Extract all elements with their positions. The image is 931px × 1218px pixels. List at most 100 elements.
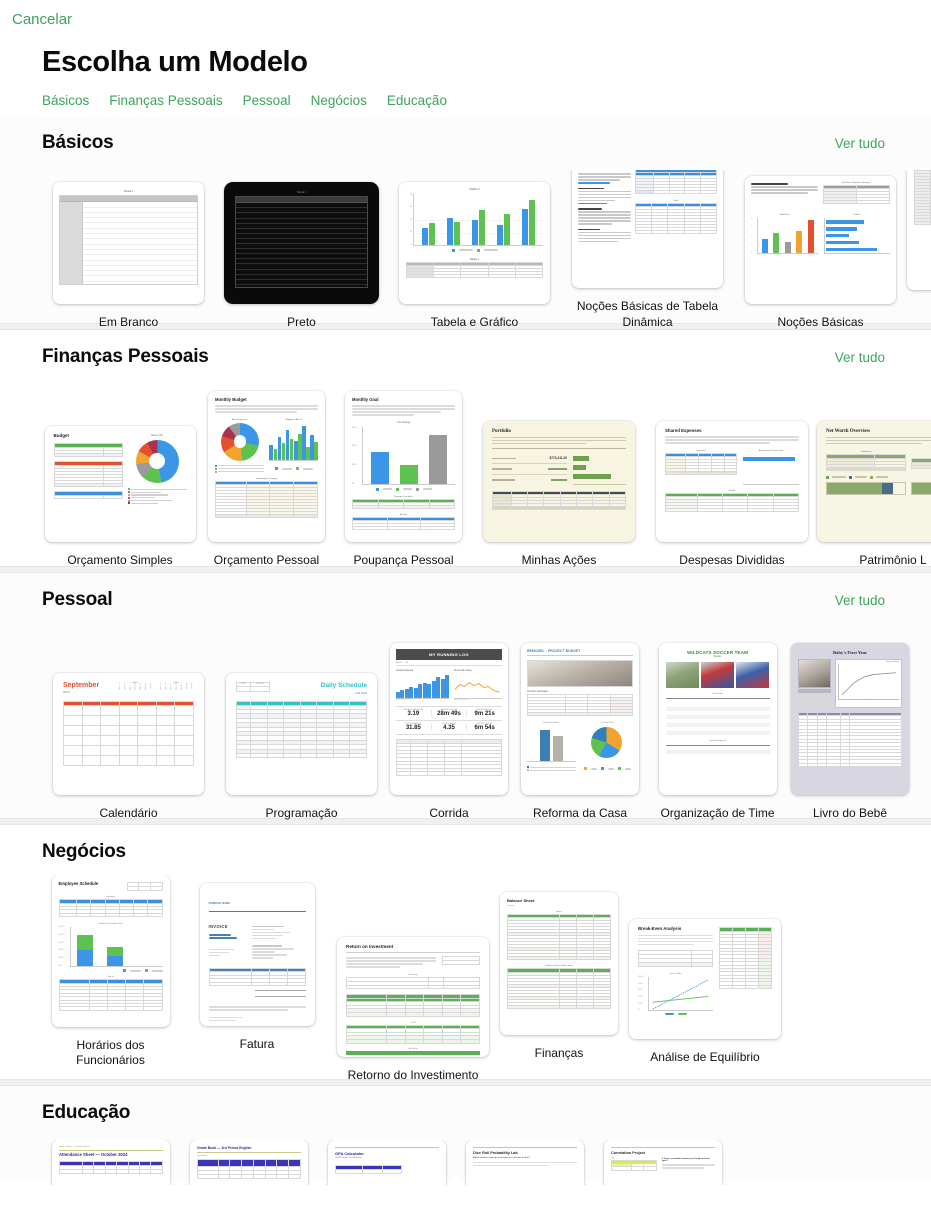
template-thumbnail-partial[interactable] (907, 170, 931, 290)
thumb-label-b: PACE (TIME / MILE) (454, 669, 472, 672)
thumb-doc-title: REMODEL - PROJECT BUDGET (527, 648, 581, 653)
template-thumbnail-despesas-divididas[interactable]: Shared Expenses Expenses Amount Each Per… (656, 420, 808, 542)
thumb-chart-title: Your Savings (396, 421, 411, 424)
thumb-doc-title: Monthly Goal (352, 396, 379, 402)
template-thumbnail-tabela-dinamica[interactable]: Pivot Table Basics Table Pivot (572, 170, 723, 289)
section-header-negocios: Negócios (0, 825, 931, 863)
template-label-horarios: Horários dos Funcionários (76, 1038, 145, 1068)
tab-educacao[interactable]: Educação (387, 93, 447, 108)
template-thumbnail-minhas-acoes[interactable]: Portfolio $773,411.20 (483, 420, 635, 542)
see-all-basicos[interactable]: Ver tudo (835, 136, 885, 151)
template-card-gradebook[interactable]: Grade Book — 3rd Period English Class Na… (180, 1140, 318, 1185)
template-label-orcamento-simples: Orçamento Simples (67, 552, 173, 567)
template-card-calendario[interactable]: September 2024 August SMTWTFS 1234 56789 (42, 672, 215, 821)
template-card-retorno-do-investimento[interactable]: Return on Investment Summary Cash Net Va… (335, 937, 491, 1080)
section-financas-pessoais: Finanças Pessoais Ver tudo Budget Money … (0, 330, 931, 568)
tab-negocios[interactable]: Negócios (311, 93, 367, 108)
thumb-doc-title: Shared Expenses (665, 427, 702, 433)
thumb-doc-title: Budget (53, 432, 70, 438)
template-thumbnail-calendario[interactable]: September 2024 August SMTWTFS 1234 56789 (53, 672, 204, 795)
template-thumbnail-gradebook[interactable]: Grade Book — 3rd Period English Class Na… (190, 1140, 308, 1185)
thumb-chart-b: Budget vs Actual (285, 418, 302, 421)
see-all-financas[interactable]: Ver tudo (835, 350, 885, 365)
section-divider-4 (0, 1079, 931, 1086)
tab-pessoal[interactable]: Pessoal (243, 93, 291, 108)
template-card-analise-de-equilibrio[interactable]: Break-Even Analysis Cost vs Sales $10,00… (627, 919, 783, 1065)
template-card-nocoes-basicas[interactable]: Em Branco Tabela de Indicadores Tabela F… (734, 175, 907, 330)
section-title-educacao: Educação (42, 1102, 131, 1123)
template-thumbnail-correlation[interactable]: Correlation Project Data Is there a corr… (604, 1140, 722, 1185)
thumb-eyebrow: Is there a correlation between your heig… (661, 1157, 710, 1162)
template-card-financas[interactable]: Balance Sheet Company Assets Liabilities… (491, 892, 627, 1061)
template-card-tabela-dinamica[interactable]: Pivot Table Basics Table Pivot (561, 170, 734, 330)
template-card-preto[interactable]: Tabela 1 Preto (215, 181, 388, 330)
template-card-dice[interactable]: Dice Roll Probability Lab Which numbers … (456, 1140, 594, 1185)
template-thumbnail-roi[interactable]: Return on Investment Summary Cash Net Va… (337, 937, 489, 1057)
thumb-doc-title: Correlation Project (611, 1150, 646, 1155)
template-card-reforma-da-casa[interactable]: REMODEL - PROJECT BUDGET PROJECT EXPENSE… (510, 642, 650, 821)
template-thumbnail-em-branco[interactable]: Tabela 1 (53, 181, 204, 304)
thumb-doc-title: Grade Book — 3rd Period English (197, 1146, 252, 1150)
template-card-livro-do-bebe[interactable]: Baby's First Year Height and Weight Mont… (785, 642, 915, 821)
template-card-corrida[interactable]: MY RUNNING LOG April 1 — 30 DISTANCE (MI… (388, 642, 510, 821)
thumb-doc-title: Attendance Sheet — October 2024 (59, 1151, 128, 1157)
template-thumbnail-reforma-da-casa[interactable]: REMODEL - PROJECT BUDGET PROJECT EXPENSE… (521, 642, 639, 795)
template-card-despesas-divididas[interactable]: Shared Expenses Expenses Amount Each Per… (646, 420, 818, 568)
thumb-chart-title: Gráfico 1 (469, 187, 480, 191)
thumb-table-title: Sign In (107, 976, 114, 979)
template-card-programacao[interactable]: STARTINTERVAL Daily Schedule Fall 2024 (215, 672, 388, 821)
template-label-programacao: Programação (265, 805, 338, 820)
template-thumbnail-horarios[interactable]: Employee Schedule Summary Regular and Ov… (51, 875, 170, 1027)
template-row-educacao: Name of Class — Teacher's Name Attendanc… (0, 1140, 931, 1185)
template-thumbnail-preto[interactable]: Tabela 1 (224, 181, 379, 304)
template-thumbnail-dice[interactable]: Dice Roll Probability Lab Which numbers … (466, 1140, 584, 1185)
thumb-label-a: DISTANCE (MILES) (396, 669, 414, 672)
template-card-minhas-acoes[interactable]: Portfolio $773,411.20 Minhas Ações (472, 420, 646, 568)
template-thumbnail-breakeven[interactable]: Break-Even Analysis Cost vs Sales $10,00… (629, 919, 781, 1039)
template-thumbnail-fatura[interactable]: COMPANY NAME INVOICE (199, 883, 315, 1026)
template-card-partial[interactable] (907, 170, 931, 290)
template-card-horarios-dos-funcionarios[interactable]: Employee Schedule Summary Regular and Ov… (42, 875, 179, 1069)
thumb-doc-title: Tabela 1 (123, 189, 134, 193)
template-thumbnail-organizacao-de-time[interactable]: WILDCATS SOCCER TEAM Roster Team Roster (658, 642, 777, 795)
thumb-company: COMPANY NAME (208, 902, 230, 905)
template-card-tabela-e-grafico[interactable]: Gráfico 1 40 30 20 10 0 Tabela 1 Tabela … (388, 181, 561, 330)
template-card-patrimonio-liquido[interactable]: Net Worth Overview Total Assets Patrimôn… (817, 420, 931, 568)
template-thumbnail-livro-do-bebe[interactable]: Baby's First Year Height and Weight Mont… (791, 642, 909, 795)
section-header-educacao: Educação (0, 1086, 931, 1124)
thumb-subtitle: Fall 2024 (355, 690, 367, 695)
template-card-orcamento-pessoal[interactable]: Monthly Budget Actual Expenses Budget vs… (198, 390, 335, 568)
template-card-attendance[interactable]: Name of Class — Teacher's Name Attendanc… (42, 1140, 180, 1185)
template-thumbnail-orcamento-pessoal[interactable]: Monthly Budget Actual Expenses Budget vs… (208, 390, 325, 542)
cancel-button[interactable]: Cancelar (12, 11, 72, 28)
template-card-correlation[interactable]: Correlation Project Data Is there a corr… (594, 1140, 732, 1185)
template-chooser-screen: Cancelar Escolha um Modelo Básicos Finan… (0, 0, 931, 1218)
thumb-doc-title: Daily Schedule (320, 681, 367, 689)
template-thumbnail-nocoes-basicas[interactable]: Em Branco Tabela de Indicadores Tabela F… (745, 175, 896, 304)
template-thumbnail-financas[interactable]: Balance Sheet Company Assets Liabilities… (500, 892, 618, 1035)
top-bar: Cancelar (0, 0, 931, 40)
thumb-eyebrow: Which numbers come up most when you roll… (473, 1156, 530, 1159)
template-card-fatura[interactable]: COMPANY NAME INVOICE Fatura (179, 883, 335, 1052)
see-all-pessoal[interactable]: Ver tudo (835, 593, 885, 608)
template-card-organizacao-de-time[interactable]: WILDCATS SOCCER TEAM Roster Team Roster (650, 642, 785, 821)
template-thumbnail-attendance[interactable]: Name of Class — Teacher's Name Attendanc… (52, 1140, 170, 1185)
template-card-poupanca-pessoal[interactable]: Monthly Goal Your Savings $3.0K $2.0K $1.0… (335, 390, 472, 568)
template-thumbnail-orcamento-simples[interactable]: Budget Money Out (44, 425, 196, 542)
template-thumbnail-tabela-e-grafico[interactable]: Gráfico 1 40 30 20 10 0 Tabela 1 (399, 181, 550, 304)
template-thumbnail-gpa[interactable]: GPA Calculator TERM Grade Point Average (328, 1140, 446, 1185)
tab-financas-pessoais[interactable]: Finanças Pessoais (109, 93, 222, 108)
template-thumbnail-corrida[interactable]: MY RUNNING LOG April 1 — 30 DISTANCE (MI… (390, 642, 508, 795)
template-thumbnail-poupanca-pessoal[interactable]: Monthly Goal Your Savings $3.0K $2.0K $1.0… (345, 390, 462, 542)
template-card-gpa[interactable]: GPA Calculator TERM Grade Point Average (318, 1140, 456, 1185)
thumb-doc-title: Net Worth Overview (826, 428, 871, 434)
template-card-orcamento-simples[interactable]: Budget Money Out Orçamento Simples (42, 425, 198, 568)
thumb-stat-3: 9m 21s (474, 710, 495, 717)
template-thumbnail-patrimonio-liquido[interactable]: Net Worth Overview Total Assets (817, 420, 931, 542)
template-card-em-branco[interactable]: Tabela 1 Em Branco (42, 181, 215, 330)
template-thumbnail-programacao[interactable]: START INTERVAL Daily Schedule Fall 2024 (226, 672, 377, 795)
thumb-stat-1: 3.19 (407, 710, 420, 717)
tab-basicos[interactable]: Básicos (42, 93, 89, 108)
thumb-table-title: Tabela 1 (469, 257, 480, 261)
template-row-financas: Budget Money Out Orçamento Simples Month… (0, 378, 931, 568)
